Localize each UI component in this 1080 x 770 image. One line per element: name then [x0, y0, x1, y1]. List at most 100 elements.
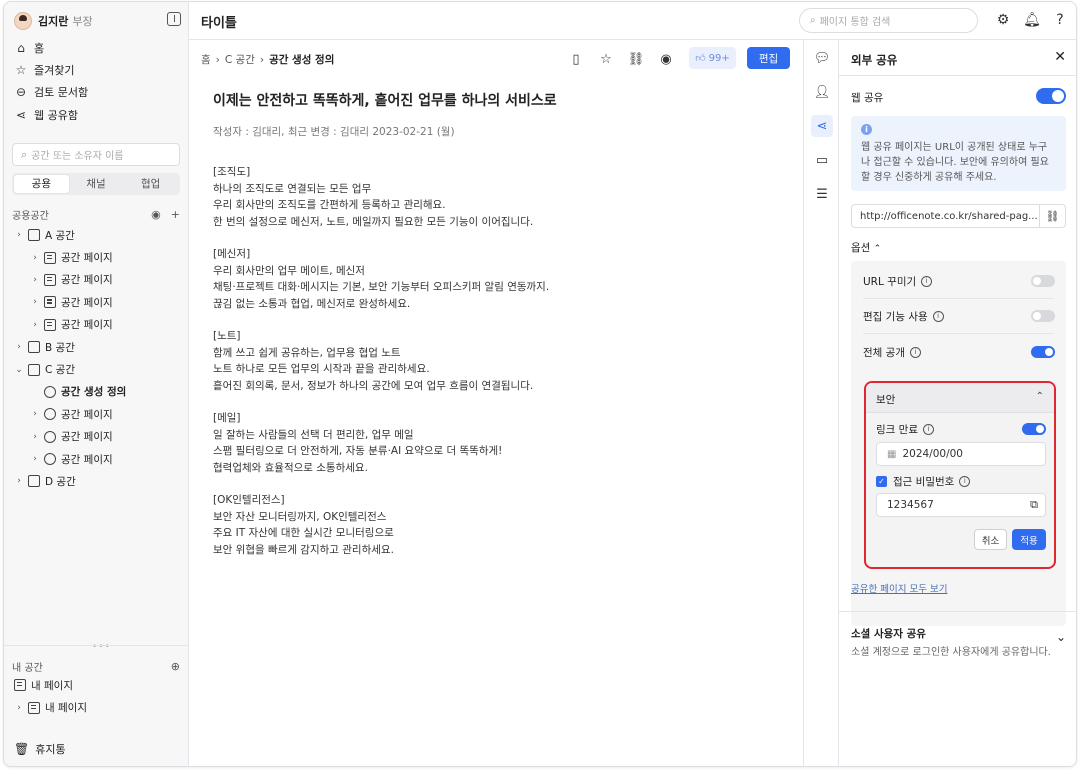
nav-favorites[interactable]: ☆ 즐겨찾기	[14, 60, 75, 80]
nav-review-box[interactable]: ⊖ 검토 문서함	[14, 82, 88, 102]
chevron-right-icon[interactable]: ›	[30, 454, 40, 464]
tree-item-label: 공간 페이지	[61, 252, 113, 265]
plus-icon[interactable]: +	[171, 208, 180, 221]
archive-icon[interactable]: ▭	[811, 149, 833, 171]
edit-feature-toggle[interactable]	[1031, 310, 1055, 322]
tree-item[interactable]: › 공간 페이지	[4, 269, 189, 291]
chevron-up-icon[interactable]: ⌃	[1036, 391, 1044, 402]
tree-item-label: D 공간	[45, 475, 76, 488]
tree-item[interactable]: › 공간 페이지	[4, 426, 189, 448]
chevron-right-icon[interactable]: ›	[30, 275, 40, 285]
chevron-right-icon[interactable]: ›	[30, 253, 40, 263]
cube-icon	[28, 229, 40, 242]
like-count: 99+	[708, 52, 730, 64]
chevron-right-icon[interactable]: ›	[30, 297, 40, 307]
nav-favorites-label: 즐겨찾기	[34, 64, 75, 77]
doc-line: 하나의 조직도로 연결되는 모든 업무	[213, 182, 372, 195]
breadcrumb-space[interactable]: C 공간	[225, 52, 255, 67]
url-decorate-toggle[interactable]	[1031, 275, 1055, 287]
chevron-right-icon[interactable]: ›	[30, 409, 40, 419]
nav-home[interactable]: ⌂ 홈	[14, 38, 44, 58]
bell-icon[interactable]: 🔔︎	[1023, 12, 1041, 28]
web-share-info-text: 웹 공유 페이지는 URL이 공개된 상태로 누구나 접근할 수 있습니다. 보…	[861, 142, 1049, 183]
page-icon	[44, 318, 56, 331]
tab-channel[interactable]: 채널	[69, 175, 124, 193]
info-icon[interactable]: i	[921, 275, 933, 287]
tree-item[interactable]: 공간 생성 정의	[4, 381, 189, 403]
breadcrumb-home[interactable]: 홈	[201, 52, 211, 67]
public-all-toggle[interactable]	[1031, 346, 1055, 358]
info-icon[interactable]: i	[932, 310, 944, 322]
cancel-button[interactable]: 취소	[974, 529, 1007, 550]
chevron-right-icon[interactable]: ›	[30, 320, 40, 330]
chevron-right-icon[interactable]: ›	[14, 342, 24, 352]
apply-button[interactable]: 적용	[1012, 529, 1046, 550]
chevron-right-icon[interactable]: ›	[30, 432, 40, 442]
chevron-down-icon[interactable]: ⌄	[1056, 630, 1066, 644]
expiry-date-input[interactable]: ▦ 2024/00/00	[876, 442, 1046, 466]
password-checkbox[interactable]: ✓	[876, 475, 887, 487]
trash-icon: 🗑	[14, 742, 30, 756]
info-icon[interactable]: i	[909, 346, 921, 358]
user-profile[interactable]: 김지란 부장	[14, 11, 181, 31]
sliders-icon[interactable]: ☰	[811, 183, 833, 205]
tab-collab[interactable]: 협업	[123, 175, 178, 193]
space-search-input[interactable]: ⌕ 공간 또는 소유자 이름	[12, 143, 180, 166]
share-url-field[interactable]: http://officenote.co.kr/shared-pag... ⛓	[851, 204, 1066, 228]
space-tree: › A 공간 › 공간 페이지 › 공간 페이지 › 공간 페이지 › 공간 페이지 › B 공간 ⌄ C…	[4, 224, 189, 493]
comment-icon[interactable]: 💬︎	[811, 47, 833, 69]
tree-item[interactable]: › 공간 페이지	[4, 291, 189, 313]
edit-button[interactable]: 편집	[747, 47, 790, 69]
social-share-section[interactable]: 소셜 사용자 공유 소셜 계정으로 로그인한 사용자에게 공유합니다. ⌄	[839, 611, 1076, 671]
my-page-item[interactable]: › 내 페이지	[4, 696, 189, 718]
my-page-item[interactable]: 내 페이지	[4, 674, 189, 696]
like-button[interactable]: 👍︎ 99+	[689, 47, 736, 69]
chevron-right-icon[interactable]: ›	[14, 230, 24, 240]
person-icon[interactable]: 👤︎	[811, 81, 833, 103]
gear-icon[interactable]: ⚙	[995, 12, 1011, 28]
link-icon[interactable]: ⛓	[627, 50, 645, 68]
chevron-right-icon[interactable]: ›	[14, 703, 24, 713]
close-icon[interactable]: ✕	[1054, 49, 1066, 65]
nav-review-label: 검토 문서함	[34, 86, 89, 99]
tree-item[interactable]: › 공간 페이지	[4, 403, 189, 425]
link-icon[interactable]: ⛓	[1039, 205, 1065, 227]
search-icon: ⌕	[21, 147, 28, 161]
nav-web-share[interactable]: ⋖ 웹 공유함	[14, 105, 78, 125]
doc-section: [메신저] 우리 회사만의 업무 메이트, 메신저 채팅·프로젝트 대화·메시지는 …	[213, 246, 773, 312]
option-label: URL 꾸미기	[863, 275, 917, 288]
tree-item[interactable]: › D 공간	[4, 470, 189, 492]
tree-item[interactable]: › B 공간	[4, 336, 189, 358]
link-expiry-toggle[interactable]	[1022, 423, 1046, 435]
page-title: 타이틀	[201, 16, 237, 31]
sidebar-collapse-icon[interactable]	[167, 12, 181, 26]
info-icon[interactable]: i	[959, 475, 971, 487]
help-icon[interactable]: ?	[1052, 12, 1068, 28]
tree-item[interactable]: › A 공간	[4, 224, 189, 246]
page-icon	[28, 701, 40, 714]
view-all-shared-link[interactable]: 공유한 페이지 모두 보기	[851, 581, 947, 595]
info-icon[interactable]: i	[922, 423, 934, 435]
tab-public[interactable]: 공용	[14, 175, 69, 193]
eye-icon[interactable]: ◉	[151, 208, 161, 221]
tree-item[interactable]: › 공간 페이지	[4, 448, 189, 470]
tree-item[interactable]: › 공간 페이지	[4, 314, 189, 336]
options-toggle[interactable]: 옵션 ⌃	[851, 240, 881, 255]
share-icon[interactable]: ⋖	[811, 115, 833, 137]
share-icon: ⋖	[15, 108, 27, 122]
global-search-input[interactable]: ⌕ 페이지 통합 검색	[799, 8, 978, 33]
tree-item[interactable]: ⌄ C 공간	[4, 358, 189, 380]
password-input[interactable]: 1234567 ⧉	[876, 493, 1046, 517]
chevron-down-icon[interactable]: ⌄	[14, 365, 24, 375]
tree-item[interactable]: › 공간 페이지	[4, 246, 189, 268]
web-share-toggle[interactable]	[1036, 88, 1066, 104]
eye-icon[interactable]: ◉	[657, 50, 675, 68]
panel-toggle-icon[interactable]: ▯	[567, 50, 585, 68]
trash-item[interactable]: 🗑 휴지통	[14, 741, 66, 757]
copy-icon[interactable]: ⧉	[1030, 498, 1038, 512]
star-icon: ☆	[15, 63, 27, 77]
star-icon[interactable]: ☆	[597, 50, 615, 68]
security-header[interactable]: 보안 ⌃	[866, 383, 1054, 413]
add-circle-icon[interactable]: ⊕	[171, 660, 180, 673]
chevron-right-icon[interactable]: ›	[14, 476, 24, 486]
